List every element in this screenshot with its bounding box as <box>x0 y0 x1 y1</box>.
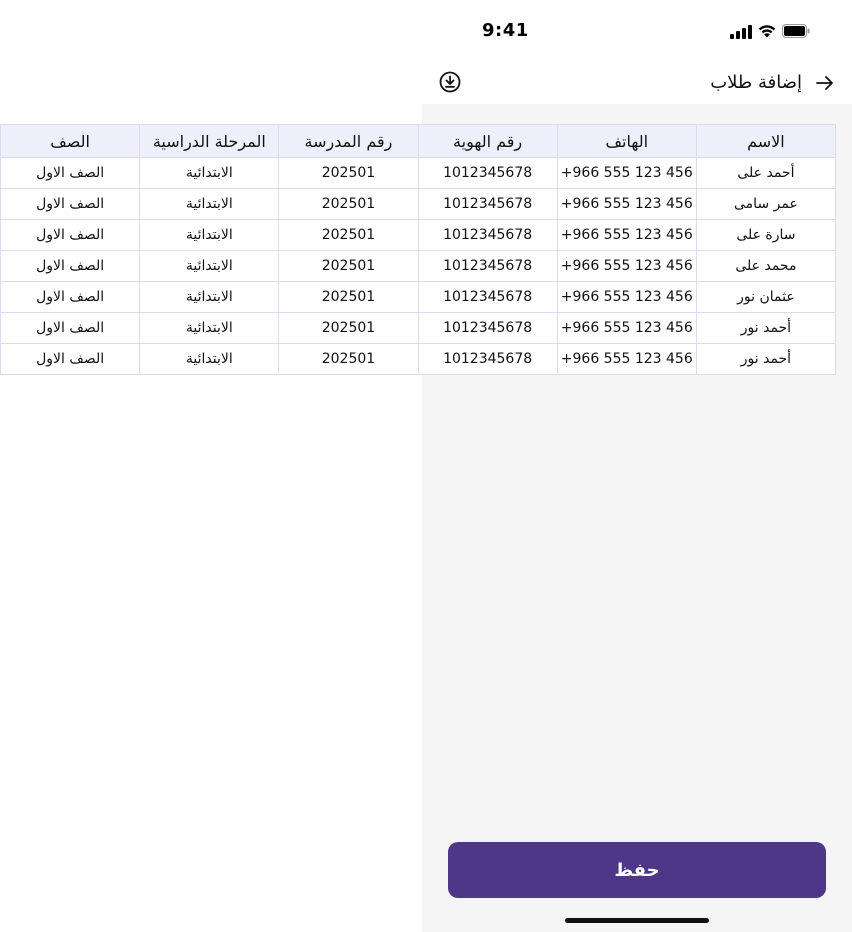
wifi-icon <box>758 25 776 38</box>
save-button[interactable]: حفظ <box>448 842 826 898</box>
cell-school-number: 202501 <box>278 343 419 375</box>
cell-stage: الابتدائية <box>139 281 280 313</box>
table-header-row: الاسم الهاتف رقم الهوية رقم المدرسة المر… <box>0 124 837 158</box>
cell-grade: الصف الاول <box>0 281 141 313</box>
battery-icon <box>782 24 810 38</box>
cell-grade: الصف الاول <box>0 343 141 375</box>
cell-id-number: 1012345678 <box>417 157 558 189</box>
cell-grade: الصف الاول <box>0 250 141 282</box>
cell-school-number: 202501 <box>278 250 419 282</box>
cell-name: محمد على <box>695 250 837 282</box>
cell-stage: الابتدائية <box>139 157 280 189</box>
page-header: إضافة طلاب <box>0 64 852 104</box>
status-time: 9:41 <box>482 20 529 41</box>
cell-school-number: 202501 <box>278 312 419 344</box>
table-row: أحمد نور +966 555 123 456 1012345678 202… <box>0 312 837 344</box>
cell-name: سارة على <box>695 219 837 251</box>
students-table: الاسم الهاتف رقم الهوية رقم المدرسة المر… <box>0 124 837 375</box>
table-row: محمد على +966 555 123 456 1012345678 202… <box>0 250 837 282</box>
cell-id-number: 1012345678 <box>417 343 558 375</box>
column-header-grade: الصف <box>0 124 141 158</box>
cell-school-number: 202501 <box>278 188 419 220</box>
cell-name: عثمان نور <box>695 281 837 313</box>
cell-id-number: 1012345678 <box>417 312 558 344</box>
cell-school-number: 202501 <box>278 281 419 313</box>
column-header-phone: الهاتف <box>556 124 697 158</box>
cell-id-number: 1012345678 <box>417 281 558 313</box>
cell-id-number: 1012345678 <box>417 219 558 251</box>
page-title: إضافة طلاب <box>710 72 802 93</box>
cell-name: أحمد نور <box>695 312 837 344</box>
column-header-school-number: رقم المدرسة <box>278 124 419 158</box>
cell-id-number: 1012345678 <box>417 250 558 282</box>
column-header-stage: المرحلة الدراسية <box>139 124 280 158</box>
cellular-signal-icon <box>730 22 752 42</box>
cell-grade: الصف الاول <box>0 312 141 344</box>
table-row: سارة على +966 555 123 456 1012345678 202… <box>0 219 837 251</box>
status-bar: 9:41 <box>0 0 852 64</box>
cell-stage: الابتدائية <box>139 219 280 251</box>
cell-school-number: 202501 <box>278 157 419 189</box>
table-row: عمر سامى +966 555 123 456 1012345678 202… <box>0 188 837 220</box>
screen: 9:41 إضافة طلاب الاسم الهاتف رقم الهوية … <box>0 0 852 932</box>
cell-stage: الابتدائية <box>139 343 280 375</box>
cell-phone: +966 555 123 456 <box>556 157 697 189</box>
column-header-name: الاسم <box>695 124 837 158</box>
cell-name: أحمد على <box>695 157 837 189</box>
cell-id-number: 1012345678 <box>417 188 558 220</box>
home-indicator <box>565 918 709 923</box>
cell-phone: +966 555 123 456 <box>556 219 697 251</box>
cell-stage: الابتدائية <box>139 188 280 220</box>
cell-grade: الصف الاول <box>0 188 141 220</box>
cell-phone: +966 555 123 456 <box>556 312 697 344</box>
cell-grade: الصف الاول <box>0 219 141 251</box>
column-header-id-number: رقم الهوية <box>417 124 558 158</box>
arrow-right-icon[interactable] <box>814 72 836 94</box>
cell-stage: الابتدائية <box>139 250 280 282</box>
cell-stage: الابتدائية <box>139 312 280 344</box>
table-row: عثمان نور +966 555 123 456 1012345678 20… <box>0 281 837 313</box>
cell-phone: +966 555 123 456 <box>556 250 697 282</box>
cell-phone: +966 555 123 456 <box>556 188 697 220</box>
table-row: أحمد نور +966 555 123 456 1012345678 202… <box>0 343 837 375</box>
cell-phone: +966 555 123 456 <box>556 343 697 375</box>
table-row: أحمد على +966 555 123 456 1012345678 202… <box>0 157 837 189</box>
cell-school-number: 202501 <box>278 219 419 251</box>
cell-phone: +966 555 123 456 <box>556 281 697 313</box>
download-circle-icon[interactable] <box>439 71 461 93</box>
cell-name: عمر سامى <box>695 188 837 220</box>
cell-name: أحمد نور <box>695 343 837 375</box>
cell-grade: الصف الاول <box>0 157 141 189</box>
